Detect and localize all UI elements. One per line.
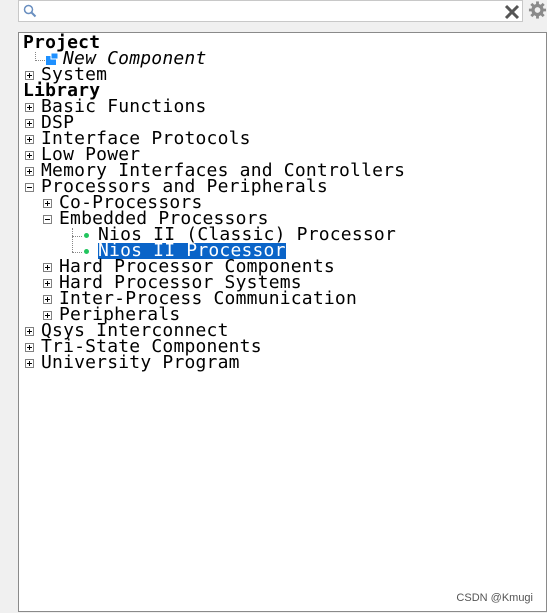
bullet-icon <box>84 233 89 238</box>
watermark: CSDN @Kmugi <box>456 592 533 604</box>
expand-icon[interactable] <box>25 103 34 112</box>
expand-icon[interactable] <box>25 343 34 352</box>
expand-icon[interactable] <box>43 279 52 288</box>
expand-icon[interactable] <box>43 199 52 208</box>
expand-icon[interactable] <box>43 311 52 320</box>
collapse-icon[interactable] <box>25 183 34 192</box>
expand-icon[interactable] <box>25 135 34 144</box>
expand-icon[interactable] <box>25 327 34 336</box>
search-icon <box>23 4 37 18</box>
clear-search-icon[interactable] <box>503 3 521 21</box>
expand-icon[interactable] <box>25 359 34 368</box>
expand-icon[interactable] <box>25 71 34 80</box>
expand-icon[interactable] <box>43 295 52 304</box>
search-bar[interactable] <box>18 0 523 22</box>
expand-icon[interactable] <box>25 167 34 176</box>
expand-icon[interactable] <box>25 119 34 128</box>
gear-icon[interactable] <box>528 0 547 20</box>
component-library-tree: Project New Component System Library Bas… <box>18 32 547 612</box>
collapse-icon[interactable] <box>43 215 52 224</box>
expand-icon[interactable] <box>43 263 52 272</box>
bullet-icon <box>84 249 89 254</box>
search-input[interactable] <box>41 2 495 22</box>
expand-icon[interactable] <box>25 151 34 160</box>
